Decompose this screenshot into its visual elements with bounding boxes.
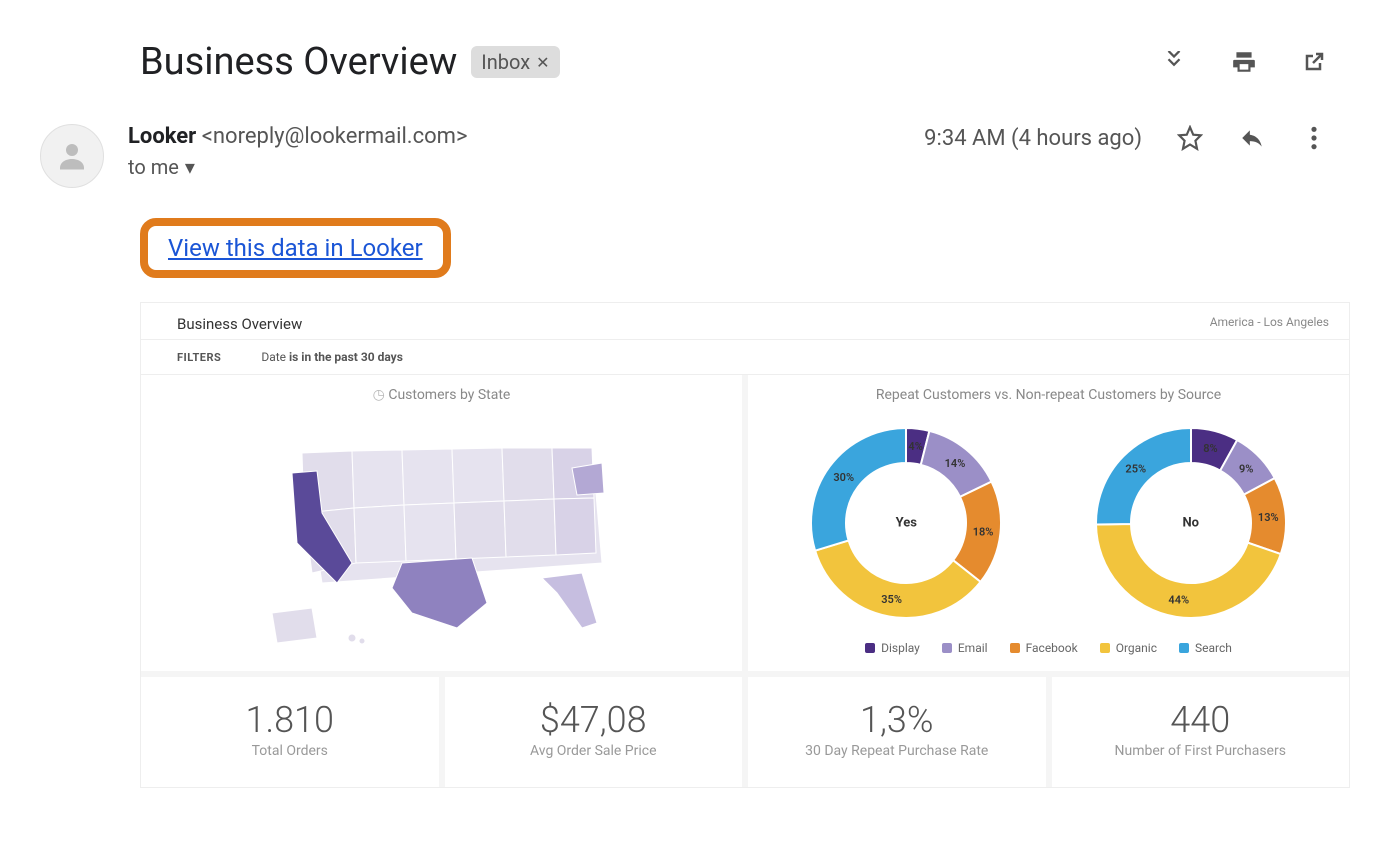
- dashboard-embed: Business Overview America - Los Angeles …: [140, 302, 1350, 788]
- inbox-label-text: Inbox: [481, 50, 530, 74]
- kpi-tile: 440Number of First Purchasers: [1046, 677, 1350, 787]
- star-icon[interactable]: [1176, 124, 1204, 152]
- svg-text:14%: 14%: [945, 457, 966, 470]
- email-subject: Business Overview: [140, 40, 457, 84]
- dashboard-timezone: America - Los Angeles: [1210, 315, 1329, 333]
- open-new-window-icon[interactable]: [1300, 48, 1328, 76]
- svg-text:9%: 9%: [1239, 463, 1253, 476]
- view-data-link[interactable]: View this data in Looker: [168, 234, 423, 262]
- svg-text:8%: 8%: [1203, 442, 1217, 455]
- from-line: Looker <noreply@lookermail.com>: [128, 124, 900, 149]
- legend-item: Facebook: [1010, 641, 1078, 655]
- reply-icon[interactable]: [1238, 124, 1266, 152]
- legend-item: Organic: [1100, 641, 1157, 655]
- to-line-text: to me: [128, 155, 179, 179]
- print-icon[interactable]: [1230, 48, 1258, 76]
- kpi-row: 1.810Total Orders$47,08Avg Order Sale Pr…: [141, 671, 1349, 787]
- us-map: [157, 413, 726, 653]
- donut-yes-center: Yes: [896, 516, 917, 531]
- filters-label: FILTERS: [177, 351, 221, 364]
- kpi-tile: 1,3%30 Day Repeat Purchase Rate: [742, 677, 1046, 787]
- donut-yes: 4% 14% 18% 35% 30% Yes: [796, 413, 1016, 633]
- svg-text:13%: 13%: [1258, 511, 1279, 524]
- svg-text:4%: 4%: [909, 440, 923, 453]
- donut-legend: Display Email Facebook Organic Search: [764, 641, 1333, 655]
- more-icon[interactable]: [1300, 124, 1328, 152]
- collapse-icon[interactable]: [1160, 48, 1188, 76]
- kpi-tile: $47,08Avg Order Sale Price: [439, 677, 743, 787]
- tile-customers-by-state: ◷ Customers by State: [141, 375, 742, 671]
- legend-item: Email: [942, 641, 988, 655]
- legend-item: Display: [865, 641, 920, 655]
- donut-no-center: No: [1182, 516, 1199, 531]
- filter-text: Date is in the past 30 days: [261, 350, 403, 364]
- tile-map-title: Customers by State: [388, 387, 510, 403]
- inbox-label-chip[interactable]: Inbox ✕: [471, 46, 559, 78]
- svg-text:35%: 35%: [882, 593, 903, 606]
- recipient-dropdown[interactable]: to me ▾: [128, 155, 900, 179]
- tile-repeat-customers: Repeat Customers vs. Non-repeat Customer…: [742, 375, 1349, 671]
- from-address: <noreply@lookermail.com>: [202, 124, 468, 149]
- close-icon[interactable]: ✕: [536, 53, 549, 72]
- svg-text:30%: 30%: [834, 471, 855, 484]
- legend-item: Search: [1179, 641, 1232, 655]
- dashboard-title: Business Overview: [177, 315, 302, 333]
- filter-value: is in the past 30 days: [289, 350, 403, 364]
- chevron-down-icon: ▾: [185, 155, 195, 179]
- filter-prefix: Date: [261, 350, 289, 364]
- kpi-tile: 1.810Total Orders: [141, 677, 439, 787]
- svg-text:25%: 25%: [1125, 463, 1146, 476]
- timestamp: 9:34 AM (4 hours ago): [924, 126, 1142, 151]
- view-data-link-highlight: View this data in Looker: [140, 218, 451, 278]
- from-name: Looker: [128, 124, 196, 149]
- svg-text:44%: 44%: [1168, 594, 1189, 607]
- avatar: [40, 124, 104, 188]
- svg-text:18%: 18%: [973, 525, 994, 538]
- donut-no: 8% 9% 13% 44% 25% No: [1081, 413, 1301, 633]
- tile-donut-title: Repeat Customers vs. Non-repeat Customer…: [764, 387, 1333, 403]
